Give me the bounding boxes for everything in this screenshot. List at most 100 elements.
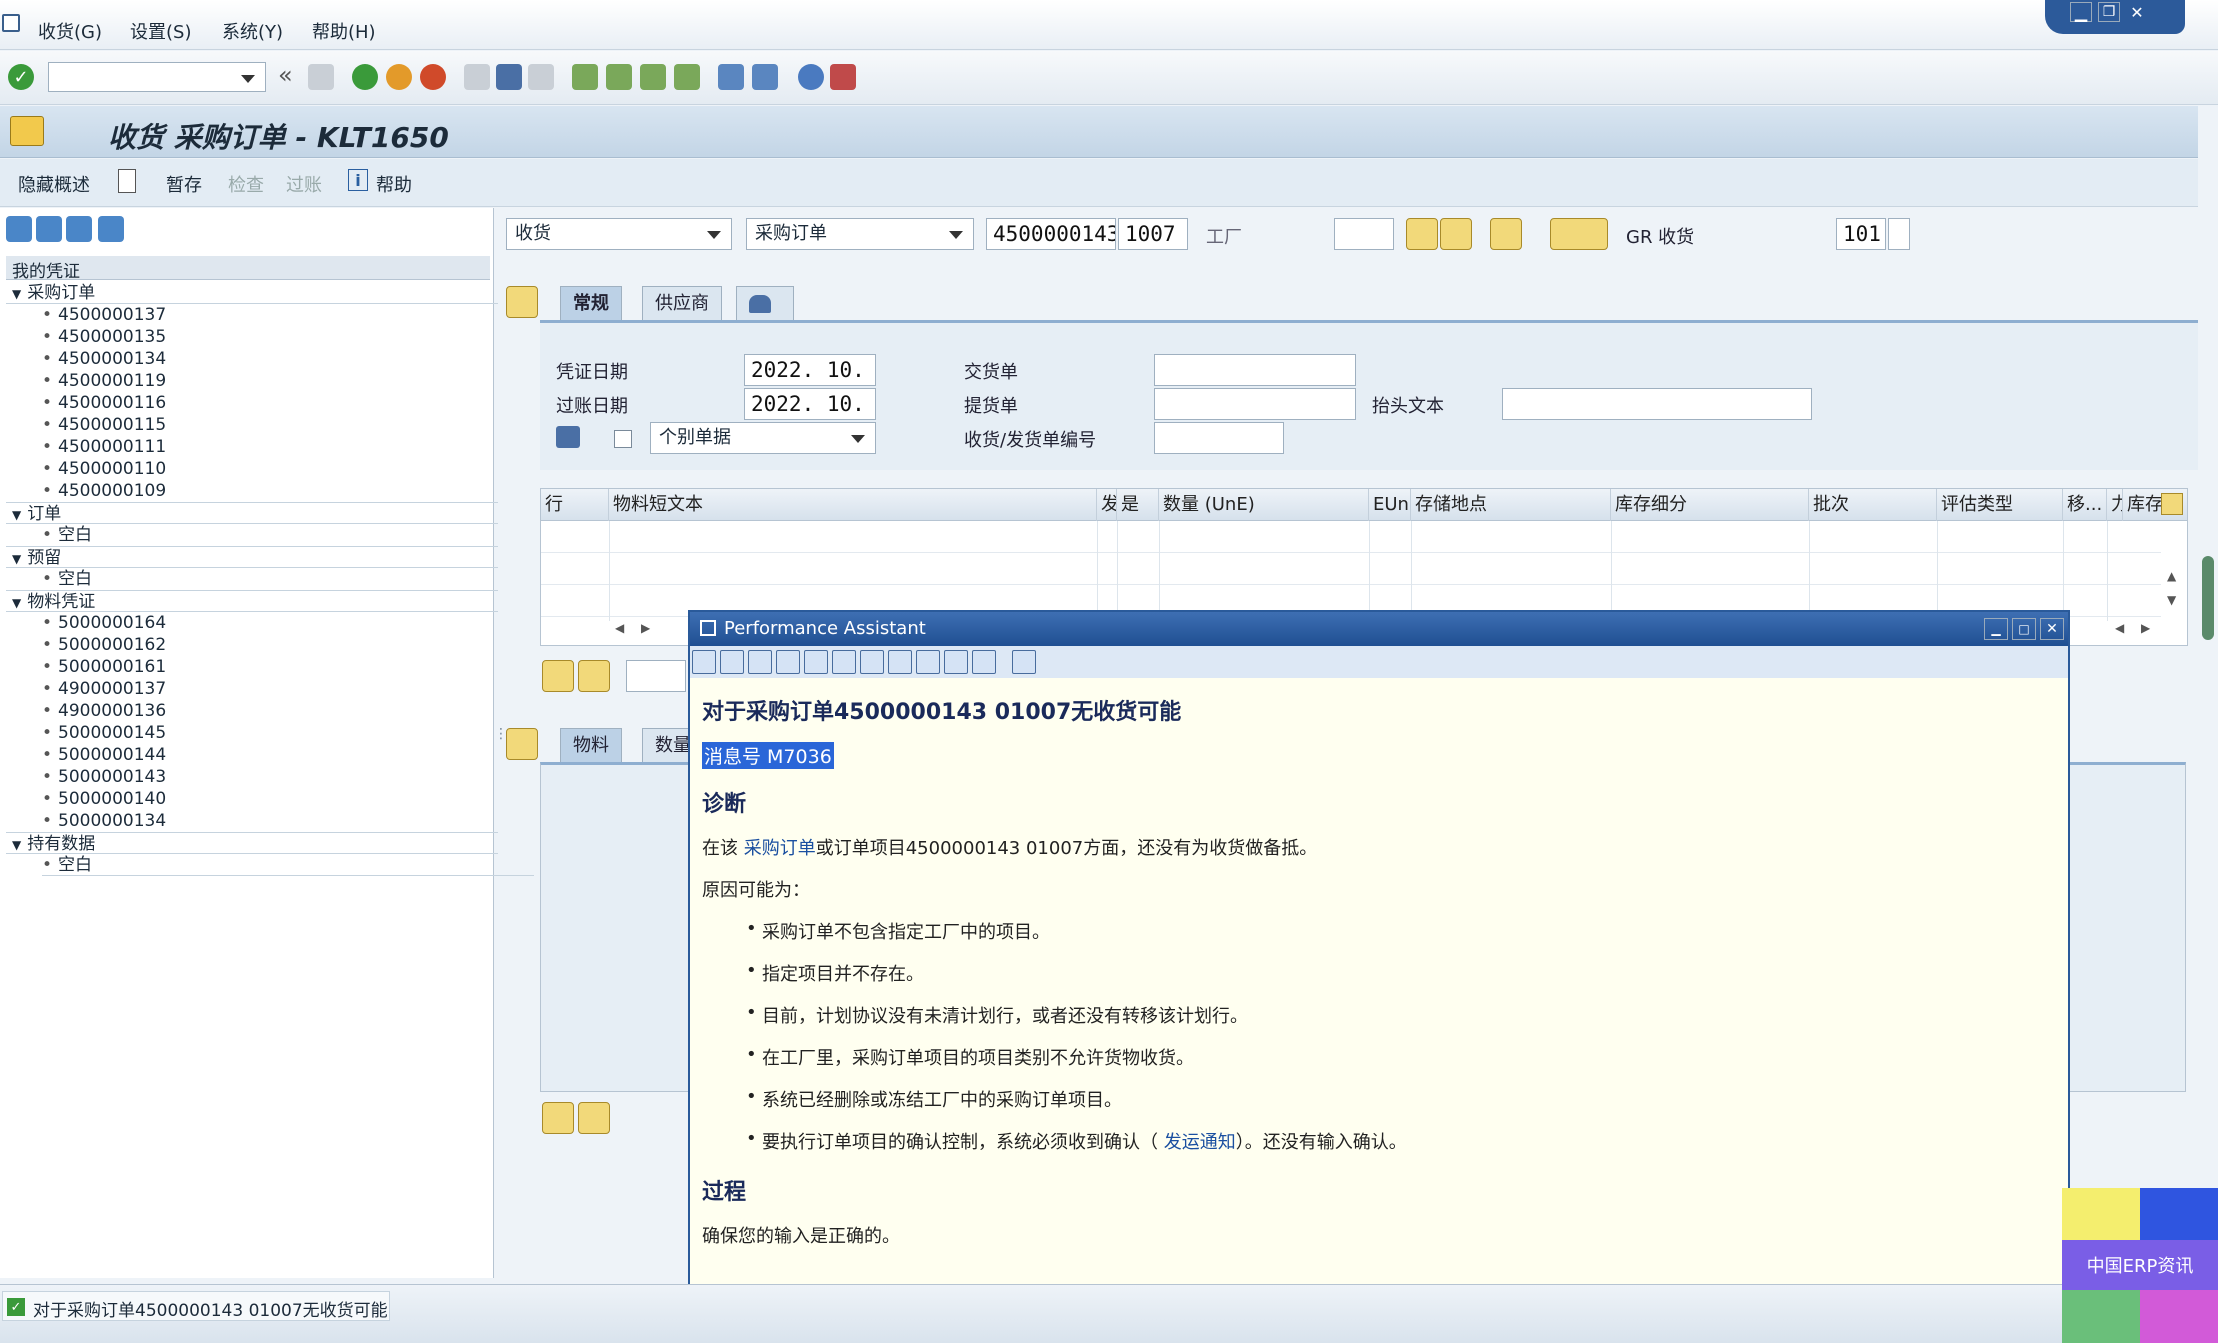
col-flag-1[interactable]: 发 [1097,489,1117,521]
forward-arrow-icon[interactable] [720,650,744,674]
table-scroll-left-icon[interactable]: ◀ [2115,621,2124,635]
page-scrollbar[interactable] [2202,556,2214,640]
cancel-icon[interactable] [420,64,446,90]
transaction-select[interactable]: 收货 [506,218,732,250]
status-message-box[interactable]: ✓ 对于采购订单4500000143 01007无收货可能 [2,1291,390,1321]
table-row[interactable] [541,521,2161,553]
home-icon[interactable] [748,650,772,674]
doc-date-field[interactable]: 2022. 10. 14 [744,354,876,386]
list-item[interactable]: 4500000119 [42,370,534,392]
hide-overview-button[interactable]: 隐藏概述 [18,171,90,197]
table-scroll-right-icon[interactable]: ▶ [2141,621,2150,635]
execute-icon[interactable] [1406,218,1438,250]
plant-field[interactable] [1334,218,1394,250]
list-item[interactable]: 5000000143 [42,766,534,788]
exit-icon[interactable] [386,64,412,90]
scroll-right-icon[interactable]: ▶ [641,621,650,635]
traffic-light-icon[interactable] [1550,218,1608,250]
list-item[interactable]: 空白 [42,854,534,876]
col-material-text[interactable]: 物料短文本 [609,489,1097,521]
bill-of-lading-field[interactable] [1154,388,1356,420]
po-number-field[interactable]: 4500000143 [986,218,1116,250]
post-date-field[interactable]: 2022. 10. 14 [744,388,876,420]
close-tree-icon[interactable] [98,216,124,242]
popup-minimize-icon[interactable]: ▁ [1984,618,2008,640]
tree-node-material-docs[interactable]: ▼ 物料凭证 [6,590,498,612]
technical-info-icon[interactable] [888,650,912,674]
delete-icon[interactable] [66,216,92,242]
tab-general[interactable]: 常规 [560,286,622,320]
header-toggle-icon[interactable] [506,286,538,318]
new-session-icon[interactable] [718,64,744,90]
col-flag-2[interactable]: 是 [1117,489,1159,521]
header-text-field[interactable] [1502,388,1812,420]
post-button[interactable]: 过账 [286,171,322,197]
structure-icon[interactable] [776,650,800,674]
list-item[interactable]: 空白 [42,568,534,590]
table-action-2-icon[interactable] [578,660,610,692]
col-unit[interactable]: EUn [1369,489,1411,521]
settings-icon[interactable] [944,650,968,674]
tree-node-held-data[interactable]: ▼ 持有数据 [6,832,498,854]
popup-maximize-icon[interactable]: □ [2012,618,2036,640]
search-icon[interactable] [1440,218,1472,250]
list-item[interactable]: 5000000144 [42,744,534,766]
edit-2-icon[interactable] [832,650,856,674]
purchase-order-link[interactable]: 采购订单 [744,838,816,859]
save-icon[interactable] [308,64,334,90]
delivery-note-field[interactable] [1154,354,1356,386]
tab-partner[interactable] [736,286,794,320]
last-page-icon[interactable] [674,64,700,90]
table-action-1-icon[interactable] [542,660,574,692]
slip-type-select[interactable]: 个别单据 [650,422,876,454]
movement-type-field[interactable]: 101 [1836,218,1886,250]
tree-node-orders[interactable]: ▼ 订单 [6,502,498,524]
scroll-up-icon[interactable]: ▲ [2167,569,2176,583]
popup-close-icon[interactable]: ✕ [2040,618,2064,640]
col-stock[interactable]: 库存 [2123,489,2163,521]
menu-item-system[interactable]: 系统(Y) [222,18,283,44]
po-item-field[interactable]: 1007 [1118,218,1188,250]
list-item[interactable]: 5000000134 [42,810,534,832]
list-item[interactable]: 4500000109 [42,480,534,502]
next-item-icon[interactable] [578,1102,610,1134]
scroll-left-icon[interactable]: ◀ [615,621,624,635]
prev-page-icon[interactable] [606,64,632,90]
document-icon[interactable] [972,650,996,674]
shortcut-icon[interactable] [752,64,778,90]
list-item[interactable]: 5000000145 [42,722,534,744]
panel-splitter[interactable]: ⋮ [494,727,508,778]
menu-item-receive[interactable]: 收货(G) [38,18,102,44]
col-stock-type[interactable]: 库存细分 [1611,489,1809,521]
movement-indicator-field[interactable] [1888,218,1910,250]
list-item[interactable]: 4500000137 [42,304,534,326]
col-quantity[interactable]: 数量 (UnE) [1159,489,1369,521]
expand-all-icon[interactable] [6,216,32,242]
menu-item-settings[interactable]: 设置(S) [130,18,191,44]
hold-button[interactable]: 暂存 [166,171,202,197]
link-icon[interactable] [860,650,884,674]
layout-icon[interactable] [830,64,856,90]
enter-icon[interactable]: ✓ [8,64,34,90]
command-field[interactable] [48,62,266,92]
edit-icon[interactable] [804,650,828,674]
check-button[interactable]: 检查 [228,171,264,197]
close-icon[interactable]: ✕ [2126,2,2148,22]
list-item[interactable]: 4500000115 [42,414,534,436]
list-item[interactable]: 5000000162 [42,634,534,656]
list-item[interactable]: 4500000134 [42,348,534,370]
list-item[interactable]: 4500000135 [42,326,534,348]
find-icon[interactable] [496,64,522,90]
restore-icon[interactable]: ❐ [2098,2,2120,22]
col-storage-location[interactable]: 存储地点 [1411,489,1611,521]
table-input[interactable] [626,660,686,692]
back-icon[interactable] [352,64,378,90]
columns-icon[interactable] [1490,218,1522,250]
col-flag-3[interactable]: 力 [2107,489,2123,521]
list-item[interactable]: 5000000140 [42,788,534,810]
tab-vendor[interactable]: 供应商 [642,286,722,320]
list-item[interactable]: 空白 [42,524,534,546]
help-icon[interactable] [798,64,824,90]
print-icon[interactable] [464,64,490,90]
col-line[interactable]: 行 [541,489,609,521]
